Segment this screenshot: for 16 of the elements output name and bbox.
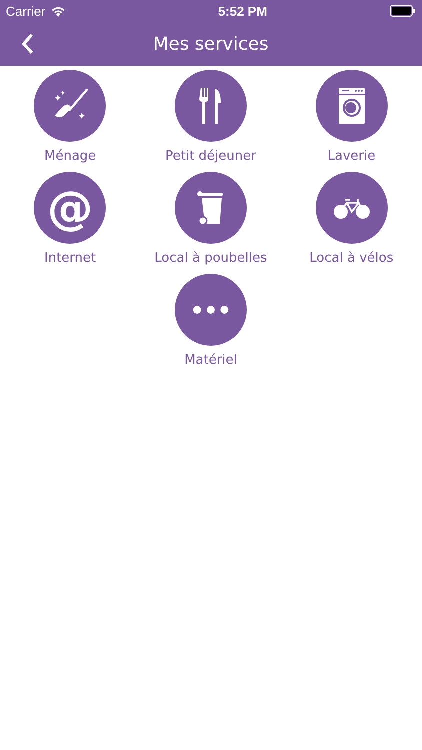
carrier-label: Carrier bbox=[6, 4, 46, 18]
service-label[interactable]: Local à vélos bbox=[310, 251, 394, 266]
service-label[interactable]: Petit déjeuner bbox=[165, 149, 256, 164]
service-label[interactable]: Ménage bbox=[44, 149, 96, 164]
back-icon[interactable] bbox=[20, 33, 36, 55]
battery-icon bbox=[390, 5, 416, 17]
more-icon bbox=[192, 305, 229, 315]
wifi-icon bbox=[50, 6, 66, 16]
clock: 5:52 PM bbox=[218, 4, 268, 18]
screen-title: Mes services bbox=[153, 34, 269, 54]
service-button[interactable]: @ bbox=[34, 172, 106, 244]
service-label[interactable]: Internet bbox=[44, 251, 96, 266]
service-label[interactable]: Laverie bbox=[328, 149, 376, 164]
service-label[interactable]: Matériel bbox=[184, 353, 238, 368]
service-label[interactable]: Local à poubelles bbox=[154, 251, 268, 266]
at-sign-icon: @ bbox=[47, 185, 94, 231]
